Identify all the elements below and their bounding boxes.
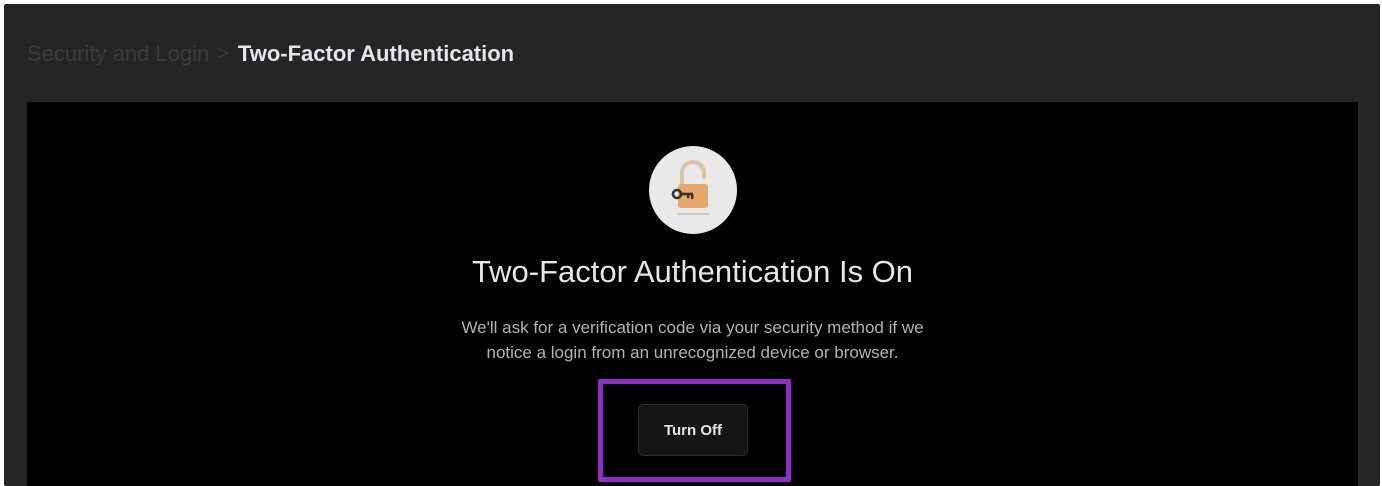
breadcrumb: Security and Login > Two-Factor Authenti… — [27, 38, 514, 70]
breadcrumb-separator: > — [217, 42, 229, 65]
status-description: We'll ask for a verification code via yo… — [461, 318, 924, 362]
unlocked-padlock-with-key-icon — [649, 146, 737, 234]
two-factor-status-panel: Two-Factor Authentication Is On We'll as… — [27, 102, 1358, 486]
breadcrumb-link-security-and-login[interactable]: Security and Login — [27, 41, 209, 67]
page-title: Two-Factor Authentication — [237, 41, 515, 66]
turn-off-button[interactable]: Turn Off — [638, 404, 748, 456]
status-title: Two-Factor Authentication Is On — [471, 254, 914, 289]
settings-window: Security and Login > Two-Factor Authenti… — [4, 4, 1380, 486]
